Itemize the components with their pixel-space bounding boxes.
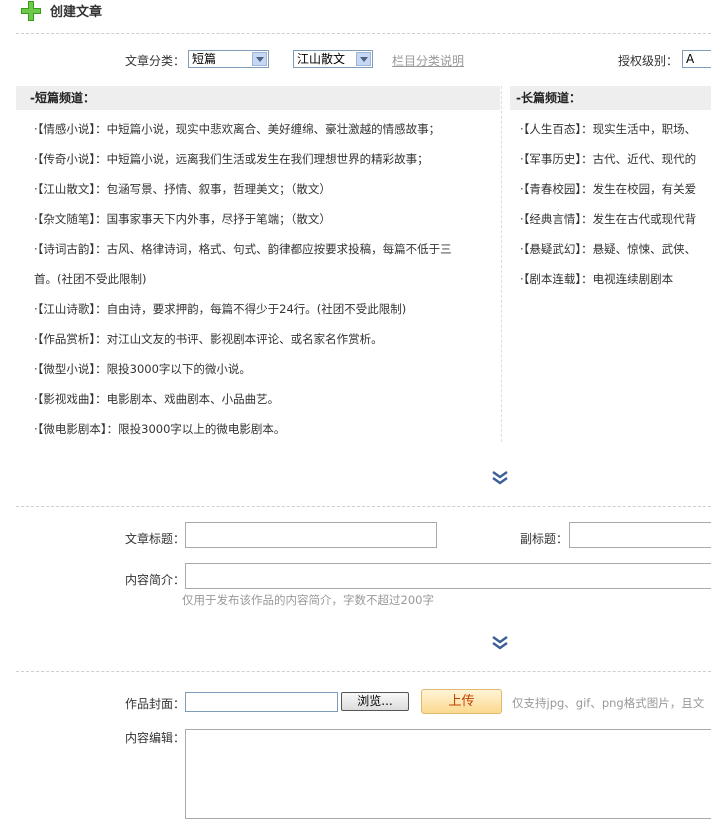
- cover-hint: 仅支持jpg、gif、png格式图片，且文: [512, 696, 705, 710]
- list-item-name: ·【悬疑武幻】: [520, 242, 582, 256]
- column-divider: [501, 86, 502, 442]
- list-item-desc: ：限投3000字以上的微电影剧本。: [106, 422, 286, 436]
- long-channel-header: -长篇频道：: [510, 86, 711, 110]
- list-item: ·【江山散文】：包涵写景、抒情、叙事，哲理美文；（散文）: [34, 181, 331, 197]
- list-item-name: ·【作品赏析】: [34, 332, 96, 346]
- list-item-name: ·【青春校园】: [520, 182, 582, 196]
- list-item-continuation: 首。(社团不受此限制): [34, 272, 147, 286]
- list-item: ·【悬疑武幻】：悬疑、惊悚、武侠、: [520, 241, 696, 257]
- divider: [16, 671, 711, 672]
- category-label: 文章分类：: [125, 54, 186, 68]
- list-item-name: ·【人生百态】: [520, 122, 582, 136]
- short-channel-header-text: -短篇频道：: [30, 91, 95, 105]
- permission-select[interactable]: A: [682, 50, 711, 68]
- category-select-value: 短篇: [192, 52, 217, 66]
- subtitle-input[interactable]: [569, 522, 711, 548]
- list-item: ·【传奇小说】：中短篇小说，远离我们生活或发生在我们理想世界的精彩故事；: [34, 151, 429, 167]
- list-item: ·【青春校园】：发生在校园，有关爱: [520, 181, 696, 197]
- upload-button-label: 上传: [448, 694, 475, 709]
- cover-label: 作品封面：: [125, 697, 186, 711]
- list-item: ·【作品赏析】：对江山文友的书评、影视剧本评论、或名家名作赏析。: [34, 331, 383, 347]
- list-item-desc: ：电影剧本、戏曲剧本、小品曲艺。: [95, 392, 280, 406]
- list-item-name: ·【经典言情】: [520, 212, 582, 226]
- list-item-desc: ：现实生活中，职场、: [581, 122, 697, 136]
- list-item: ·【微型小说】：限投3000字以下的微小说。: [34, 361, 251, 377]
- page-title: 创建文章: [50, 5, 103, 20]
- chevron-down-icon[interactable]: [252, 52, 267, 66]
- cover-file-input[interactable]: [185, 692, 338, 712]
- list-item-name: ·【剧本连载】: [520, 272, 582, 286]
- list-item-name: ·【传奇小说】: [34, 152, 96, 166]
- category-select[interactable]: 短篇: [188, 50, 269, 68]
- list-item: ·【微电影剧本】：限投3000字以上的微电影剧本。: [34, 421, 285, 437]
- permission-select-value: A: [686, 52, 695, 66]
- list-item: ·【人生百态】：现实生活中，职场、: [520, 121, 696, 137]
- divider: [16, 33, 711, 34]
- category-help-link[interactable]: 栏目分类说明: [392, 52, 464, 69]
- list-item-name: ·【情感小说】: [34, 122, 96, 136]
- list-item-name: ·【影视戏曲】: [34, 392, 96, 406]
- list-item-desc: ：包涵写景、抒情、叙事，哲理美文；（散文）: [95, 182, 331, 196]
- list-item: ·【经典言情】：发生在古代或现代背: [520, 211, 696, 227]
- list-item-desc: ：国事家事天下内外事，尽抒于笔端；（散文）: [95, 212, 331, 226]
- editor-label: 内容编辑：: [125, 731, 186, 745]
- list-item-desc: ：自由诗，要求押韵，每篇不得少于24行。(社团不受此限制): [95, 302, 407, 316]
- plus-icon: [20, 0, 42, 22]
- list-item: ·【情感小说】：中短篇小说，现实中悲欢离合、美好缠绵、豪壮激越的情感故事；: [34, 121, 440, 137]
- summary-input[interactable]: [185, 563, 711, 589]
- list-item: ·【剧本连载】：电视连续剧剧本: [520, 271, 673, 287]
- subcategory-select[interactable]: 江山散文: [293, 50, 373, 68]
- subcategory-select-value: 江山散文: [297, 52, 346, 66]
- list-item: ·【江山诗歌】：自由诗，要求押韵，每篇不得少于24行。(社团不受此限制): [34, 301, 406, 317]
- list-item-name: ·【江山散文】: [34, 182, 96, 196]
- list-item-desc: ：中短篇小说，现实中悲欢离合、美好缠绵、豪壮激越的情感故事；: [95, 122, 441, 136]
- short-channel-header: -短篇频道：: [16, 86, 500, 110]
- browse-button-label: 浏览...: [357, 694, 393, 708]
- list-item: ·【影视戏曲】：电影剧本、戏曲剧本、小品曲艺。: [34, 391, 279, 407]
- list-item-desc: ：电视连续剧剧本: [581, 272, 674, 286]
- list-item-desc: ：古风、格律诗词，格式、句式、韵律都应按要求投稿，每篇不低于三: [95, 242, 452, 256]
- title-label: 文章标题：: [125, 532, 186, 546]
- list-item-name: ·【军事历史】: [520, 152, 582, 166]
- browse-button[interactable]: 浏览...: [341, 692, 409, 711]
- list-item-desc: ：古代、近代、现代的: [581, 152, 697, 166]
- chevron-double-down-icon[interactable]: [491, 635, 509, 651]
- list-item-name: ·【杂文随笔】: [34, 212, 96, 226]
- chevron-double-down-icon[interactable]: [491, 470, 509, 486]
- list-item-name: ·【微型小说】: [34, 362, 96, 376]
- chevron-down-icon[interactable]: [356, 52, 371, 66]
- list-item-desc: ：发生在校园，有关爱: [581, 182, 697, 196]
- list-item-name: ·【江山诗歌】: [34, 302, 96, 316]
- list-item: ·【杂文随笔】：国事家事天下内外事，尽抒于笔端；（散文）: [34, 211, 331, 227]
- list-item-desc: ：对江山文友的书评、影视剧本评论、或名家名作赏析。: [95, 332, 383, 346]
- list-item-desc: ：中短篇小说，远离我们生活或发生在我们理想世界的精彩故事；: [95, 152, 429, 166]
- list-item-desc: ：发生在古代或现代背: [581, 212, 697, 226]
- subtitle-label: 副标题：: [520, 532, 569, 546]
- list-item: ·【诗词古韵】：古风、格律诗词，格式、句式、韵律都应按要求投稿，每篇不低于三: [34, 241, 452, 257]
- divider: [16, 506, 711, 507]
- long-channel-header-text: -长篇频道：: [516, 91, 581, 105]
- title-input[interactable]: [185, 522, 437, 548]
- summary-hint: 仅用于发布该作品的内容简介，字数不超过200字: [182, 593, 434, 607]
- summary-label: 内容简介：: [125, 573, 186, 587]
- list-item: ·【军事历史】：古代、近代、现代的: [520, 151, 696, 167]
- permission-label: 授权级别：: [618, 54, 679, 68]
- list-item-desc: ：悬疑、惊悚、武侠、: [581, 242, 697, 256]
- list-item-desc: ：限投3000字以下的微小说。: [95, 362, 251, 376]
- upload-button[interactable]: 上传: [421, 689, 502, 714]
- list-item-name: ·【诗词古韵】: [34, 242, 96, 256]
- list-item-name: ·【微电影剧本】: [34, 422, 107, 436]
